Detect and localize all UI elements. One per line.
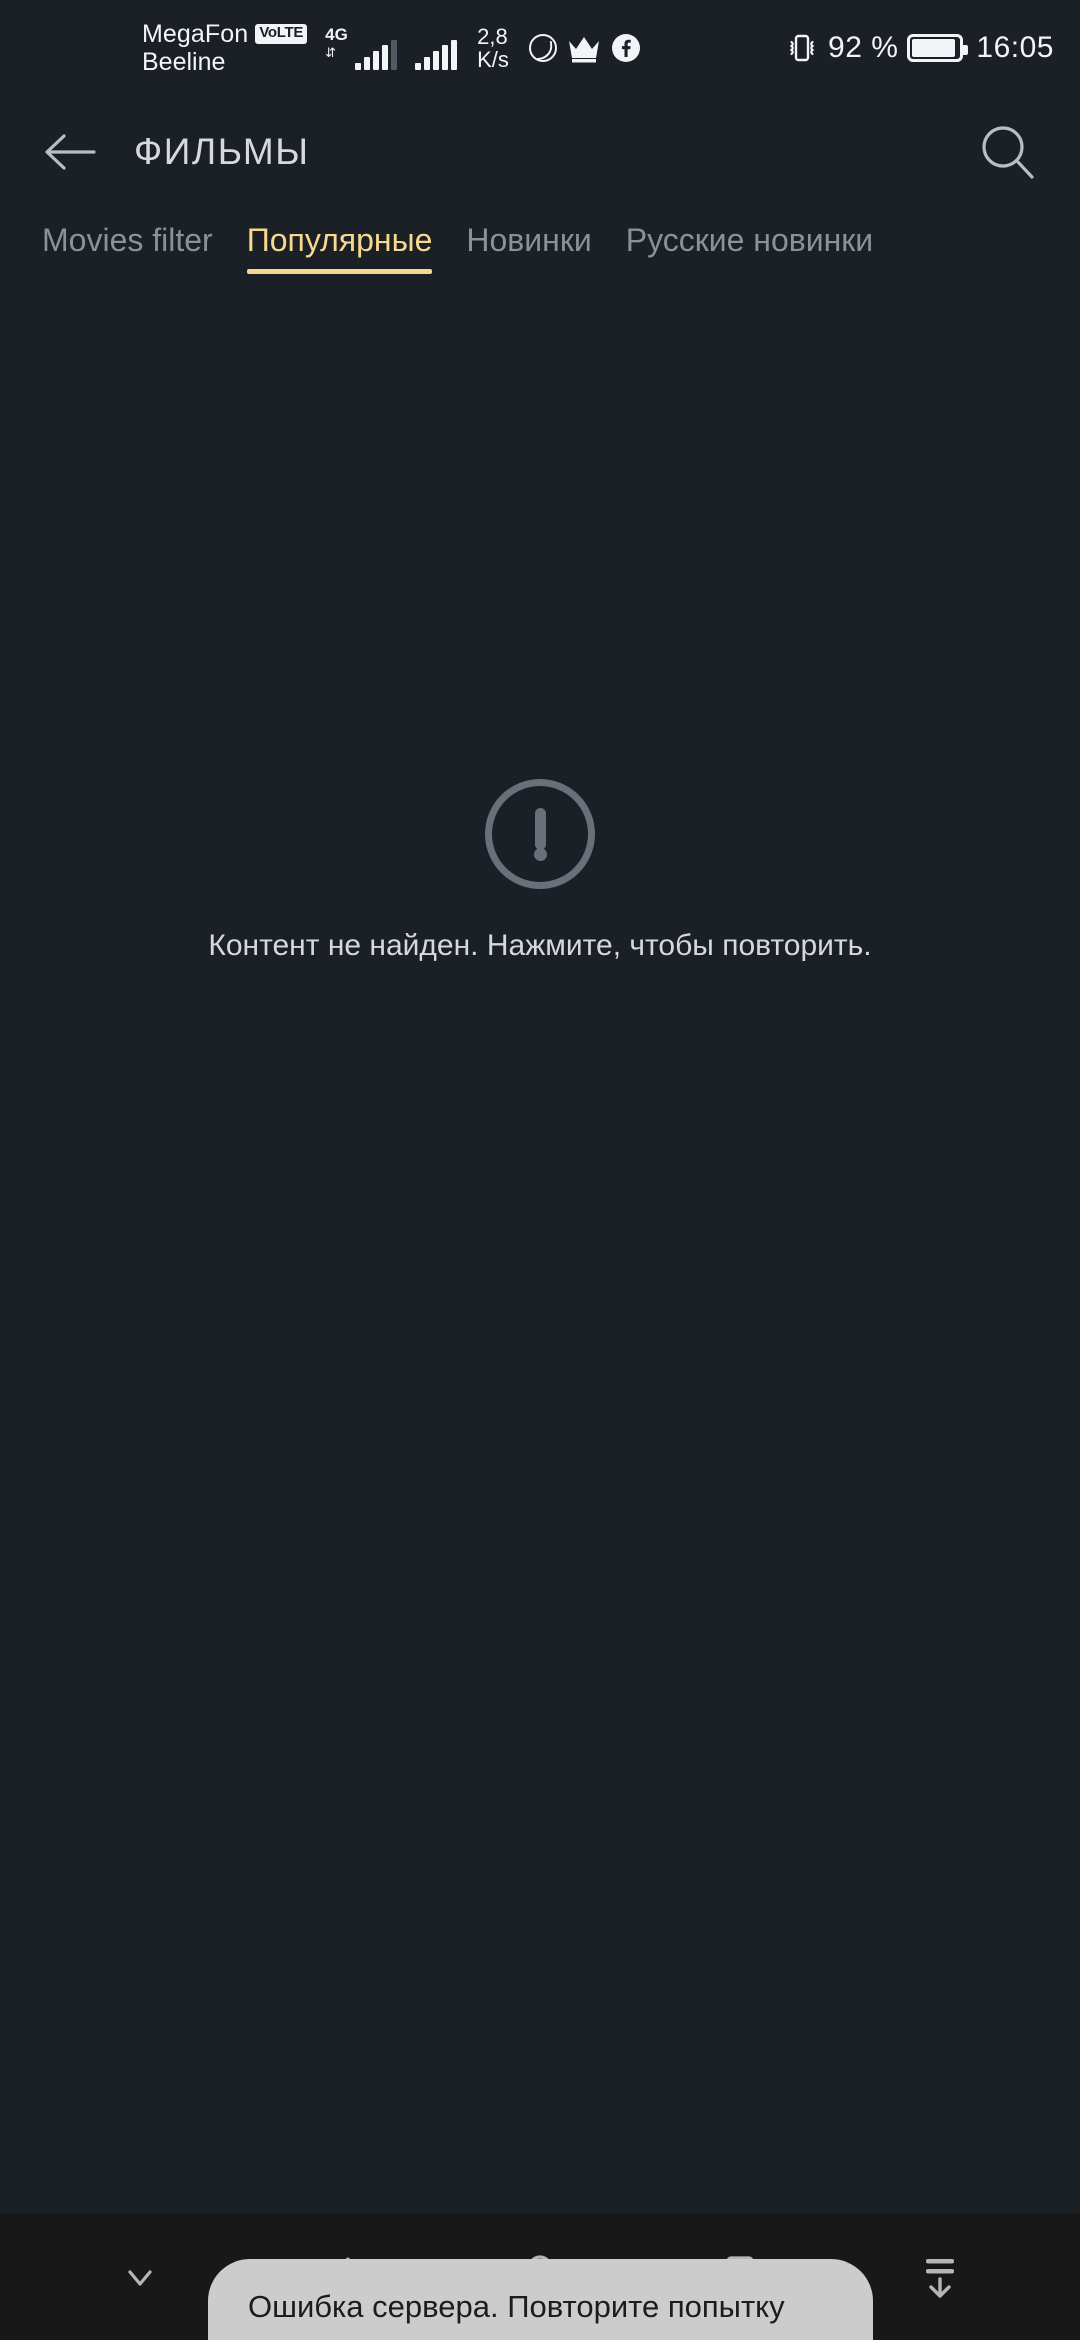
signal-bars-sim1-icon (355, 40, 398, 70)
data-speed-value: 2,8 (477, 23, 508, 49)
empty-state[interactable]: Контент не найден. Нажмите, чтобы повтор… (0, 779, 1080, 963)
battery-percent-label: 92 % (828, 31, 899, 64)
data-speed-unit: K/s (477, 47, 509, 72)
back-button[interactable] (38, 120, 102, 184)
signal-sim1: 4G ⇵ (325, 25, 398, 70)
empty-state-message: Контент не найден. Нажмите, чтобы повтор… (208, 929, 872, 962)
carrier-secondary-label: Beeline (142, 48, 226, 76)
facebook-icon (611, 34, 640, 62)
vibrate-icon (789, 34, 815, 62)
crown-icon (568, 37, 599, 63)
status-bar-left: MegaFon VoLTE Beeline 4G ⇵ 2,8 K/s (142, 20, 641, 76)
network-type-label: 4G (325, 25, 348, 44)
arrow-left-icon (45, 134, 96, 170)
alert-bar (534, 808, 546, 850)
content-area[interactable]: Контент не найден. Нажмите, чтобы повтор… (0, 312, 1080, 2340)
page-title: ФИЛЬМЫ (134, 131, 310, 172)
tab-new[interactable]: Новинки (466, 208, 591, 262)
carrier-primary-row: MegaFon VoLTE (142, 20, 308, 48)
pull-down-icon (926, 2259, 954, 2298)
data-arrows-icon: ⇵ (325, 45, 336, 60)
chevron-down-icon (128, 2270, 152, 2286)
volte-badge: VoLTE (255, 24, 308, 44)
alert-dot (533, 848, 547, 861)
data-speed: 2,8 K/s (477, 25, 509, 71)
battery-fill (912, 39, 955, 57)
tab-movies-filter[interactable]: Movies filter (42, 208, 213, 262)
carrier-primary-label: MegaFon (142, 20, 249, 48)
battery-icon (907, 34, 969, 62)
dnd-moon-icon (528, 34, 557, 62)
status-bar: MegaFon VoLTE Beeline 4G ⇵ 2,8 K/s 92 % … (0, 0, 1080, 96)
hide-navbar-button[interactable] (85, 2222, 195, 2332)
carrier-info: MegaFon VoLTE Beeline (142, 20, 308, 76)
tab-bar[interactable]: Movies filter Популярные Новинки Русские… (0, 208, 1080, 312)
status-bar-clock: 16:05 (976, 31, 1054, 64)
tab-russian-new[interactable]: Русские новинки (626, 208, 873, 262)
status-bar-right: 92 % 16:05 (785, 31, 1054, 65)
app-bar: ФИЛЬМЫ (0, 96, 1080, 208)
alert-circle-icon (485, 779, 595, 889)
notification-shade-button[interactable] (885, 2222, 995, 2332)
signal-sim2 (415, 26, 458, 70)
toast-message: Ошибка сервера. Повторите попытку позже. (208, 2259, 873, 2340)
tab-popular[interactable]: Популярные (246, 208, 432, 274)
search-button[interactable] (972, 117, 1042, 187)
search-icon (982, 126, 1034, 179)
phone-screen: MegaFon VoLTE Beeline 4G ⇵ 2,8 K/s 92 % … (0, 0, 1080, 2340)
signal-bars-sim2-icon (415, 40, 458, 70)
